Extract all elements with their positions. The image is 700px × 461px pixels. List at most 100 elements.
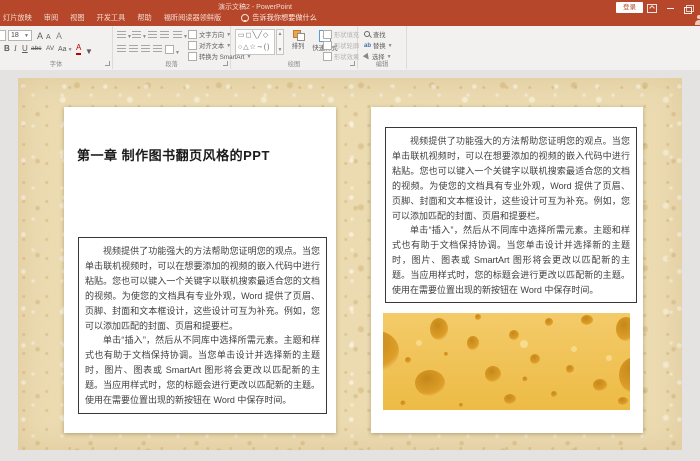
decrease-indent-button[interactable] <box>148 31 157 40</box>
align-center-button[interactable] <box>129 45 138 54</box>
chapter-title[interactable]: 第一章 制作图书翻页风格的PPT <box>77 145 270 164</box>
search-icon <box>364 31 371 38</box>
numbering-button[interactable]: ▼ <box>132 31 147 40</box>
cheese-image[interactable] <box>383 313 630 410</box>
align-text-button[interactable]: 对齐文本 ▼ <box>188 41 231 50</box>
font-group-label: 字体 <box>49 61 63 68</box>
replace-button[interactable]: ab 替换 ▼ <box>364 41 393 51</box>
align-left-button[interactable] <box>117 45 126 54</box>
line-spacing-button[interactable]: ▼ <box>173 31 188 40</box>
shape-fill-button[interactable]: 形状填充 <box>323 30 359 39</box>
chevron-down-icon: ▼ <box>67 47 73 53</box>
line-spacing-icon <box>173 31 182 38</box>
italic-button[interactable]: I <box>14 45 17 53</box>
justify-icon <box>153 45 162 52</box>
font-color-button[interactable]: A <box>76 44 82 55</box>
font-size-value: 18 <box>11 32 19 39</box>
tab-review[interactable]: 审阅 <box>44 13 58 23</box>
drawing-group: ▭◻╲╱◇ ○△☆∼() ▲ ▼ 排列 A 快速样式 形状填充 形状轮廓 <box>231 26 359 69</box>
change-case-button[interactable]: Aa▼ <box>58 46 73 53</box>
editing-canvas[interactable]: 第一章 制作图书翻页风格的PPT 视频提供了功能强大的方法帮助您证明您的观点。当… <box>0 70 700 461</box>
tab-foxit-reader[interactable]: 福昕阅读器领鲜版 <box>164 13 222 23</box>
align-right-button[interactable] <box>141 45 150 54</box>
ribbon-tabs: 灯片放映 审阅 视图 开发工具 帮助 福昕阅读器领鲜版 告诉我你想要做什么 <box>3 13 317 23</box>
powerpoint-window: 演示文稿2 - PowerPoint 登录 灯片放映 审阅 视图 开发工具 帮助… <box>0 0 700 461</box>
replace-icon: ab <box>364 42 372 49</box>
decrease-indent-icon <box>148 31 157 38</box>
left-text-box[interactable]: 视频提供了功能强大的方法帮助您证明您的观点。当您单击联机视频时，可以在想要添加的… <box>78 237 327 414</box>
grow-font-button[interactable]: A <box>37 32 43 41</box>
right-page[interactable]: 视频提供了功能强大的方法帮助您证明您的观点。当您单击联机视频时，可以在想要添加的… <box>371 107 643 433</box>
increase-indent-button[interactable] <box>160 31 169 40</box>
arrange-icon <box>292 30 305 41</box>
font-name-combo[interactable] <box>0 30 6 41</box>
align-right-icon <box>141 45 150 52</box>
tab-help[interactable]: 帮助 <box>137 13 151 23</box>
columns-button[interactable]: ▼ <box>165 45 180 56</box>
align-center-icon <box>129 45 138 52</box>
bullets-button[interactable]: ▼ <box>117 31 132 40</box>
drawing-dialog-launcher[interactable] <box>350 61 355 66</box>
restore-button[interactable] <box>682 4 694 15</box>
login-button[interactable]: 登录 <box>616 2 643 13</box>
drawing-group-label: 绘图 <box>287 61 301 68</box>
align-text-icon <box>188 41 197 50</box>
right-paragraph-2: 单击“插入”，然后从不同库中选择所需元素。主题和样式也有助于文档保持协调。当您单… <box>392 225 630 296</box>
strikethrough-button[interactable]: abc <box>31 45 41 53</box>
clear-formatting-button[interactable]: A <box>56 32 62 41</box>
paragraph-group: ▼ ▼ ▼ ▼ 文字方向 ▼ 对齐文本 ▼ 转换为 SmartArt ▼ 段落 <box>113 26 251 69</box>
ribbon: 18 ▼ A A A B I U abc AV Aa▼ A ▼ 字体 ▼ ▼ ▼ <box>0 26 700 71</box>
bullet-list-icon <box>117 31 126 38</box>
right-text-box[interactable]: 视频提供了功能强大的方法帮助您证明您的观点。当您单击联机视频时，可以在想要添加的… <box>385 127 637 303</box>
text-direction-button[interactable]: 文字方向 ▼ <box>188 30 231 39</box>
editing-group-label: 编辑 <box>375 61 389 68</box>
tell-me-label: 告诉我你想要做什么 <box>252 13 317 22</box>
shapes-row-1: ▭◻╲╱◇ <box>238 32 270 39</box>
share-person-icon[interactable] <box>694 15 700 25</box>
find-label: 查找 <box>373 32 386 39</box>
font-size-combo[interactable]: 18 ▼ <box>8 30 32 41</box>
increase-indent-icon <box>160 31 169 38</box>
shape-fill-icon <box>323 30 332 39</box>
window-title: 演示文稿2 - PowerPoint <box>218 4 292 11</box>
shape-outline-icon <box>323 41 332 50</box>
shapes-gallery-scrollbar[interactable]: ▲ ▼ <box>276 29 284 55</box>
align-left-icon <box>117 45 126 52</box>
paragraph-dialog-launcher[interactable] <box>223 61 228 66</box>
justify-button[interactable] <box>153 45 162 54</box>
minimize-icon <box>666 7 674 9</box>
align-text-label: 对齐文本 <box>199 43 225 50</box>
numbered-list-icon <box>132 31 141 38</box>
chevron-down-icon: ▼ <box>387 42 393 49</box>
title-bar: 演示文稿2 - PowerPoint 登录 灯片放映 审阅 视图 开发工具 帮助… <box>0 0 700 26</box>
lightbulb-icon <box>241 14 250 22</box>
arrange-button[interactable]: 排列 <box>289 30 307 50</box>
paragraph-group-label: 段落 <box>165 61 178 68</box>
ribbon-display-options-button[interactable] <box>646 3 658 13</box>
right-paragraph-1: 视频提供了功能强大的方法帮助您证明您的观点。当您单击联机视频时，可以在想要添加的… <box>392 136 630 221</box>
editing-group: 查找 ab 替换 ▼ 选择 ▼ 编辑 <box>358 26 407 69</box>
shape-fill-label: 形状填充 <box>334 32 360 39</box>
character-spacing-button[interactable]: AV <box>46 45 54 53</box>
scroll-more-icon: ▼ <box>277 47 283 53</box>
slide-canvas[interactable]: 第一章 制作图书翻页风格的PPT 视频提供了功能强大的方法帮助您证明您的观点。当… <box>18 78 682 450</box>
shape-outline-button[interactable]: 形状轮廓 <box>323 41 359 50</box>
font-dialog-launcher[interactable] <box>105 61 110 66</box>
underline-button[interactable]: U <box>22 45 28 53</box>
shrink-font-button[interactable]: A <box>46 34 51 41</box>
chevron-down-icon: ▼ <box>24 32 29 39</box>
tab-view[interactable]: 视图 <box>70 13 84 23</box>
minimize-button[interactable] <box>664 3 676 13</box>
chevron-down-icon[interactable]: ▼ <box>85 48 93 56</box>
find-button[interactable]: 查找 <box>364 30 386 39</box>
left-paragraph-2: 单击“插入”，然后从不同库中选择所需元素。主题和样式也有助于文档保持协调。当您单… <box>85 335 320 406</box>
tell-me-box[interactable]: 告诉我你想要做什么 <box>241 13 317 23</box>
left-page[interactable]: 第一章 制作图书翻页风格的PPT 视频提供了功能强大的方法帮助您证明您的观点。当… <box>64 107 336 433</box>
shapes-gallery[interactable]: ▭◻╲╱◇ ○△☆∼() <box>235 29 275 55</box>
bold-button[interactable]: B <box>4 45 10 53</box>
tab-slideshow[interactable]: 灯片放映 <box>3 13 32 23</box>
text-direction-label: 文字方向 <box>199 32 225 39</box>
arrange-label: 排列 <box>291 43 305 50</box>
tab-developer[interactable]: 开发工具 <box>97 13 126 23</box>
text-direction-icon <box>188 30 197 39</box>
